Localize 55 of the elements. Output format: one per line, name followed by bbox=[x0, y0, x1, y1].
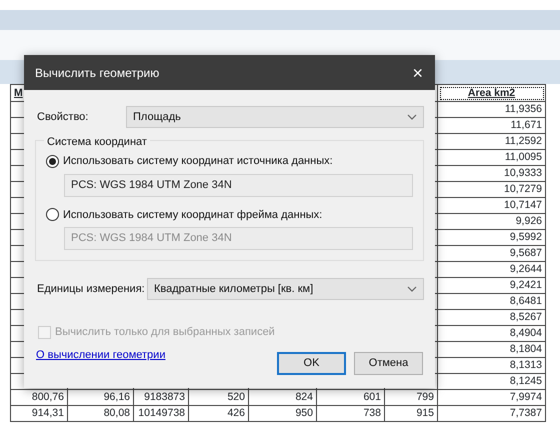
table-cell: 11,0095 bbox=[438, 150, 546, 166]
dialog-title: Вычислить геометрию bbox=[35, 64, 160, 82]
cancel-button[interactable]: Отмена bbox=[354, 352, 423, 374]
table-cell: 9,2644 bbox=[438, 262, 546, 278]
checkbox-label: Вычислить только для выбранных записей bbox=[55, 325, 275, 340]
table-cell: 9,5992 bbox=[438, 230, 546, 246]
table-cell: 738 bbox=[316, 406, 384, 422]
table-cell: 8,5267 bbox=[438, 310, 546, 326]
table-cell: 520 bbox=[188, 390, 248, 406]
table-cell: 8,1313 bbox=[438, 358, 546, 374]
help-link[interactable]: О вычислении геометрии bbox=[36, 346, 166, 363]
radio-label: Использовать систему координат источника данных: bbox=[63, 154, 333, 169]
table-cell: 8,1804 bbox=[438, 342, 546, 358]
column-header[interactable]: M bbox=[14, 86, 23, 98]
table-cell: 7,7387 bbox=[438, 406, 546, 422]
table-cell: 601 bbox=[316, 390, 384, 406]
table-cell: 9,926 bbox=[438, 214, 546, 230]
table-cell: 11,671 bbox=[438, 118, 546, 134]
table-cell: 7,9974 bbox=[438, 390, 546, 406]
column-header[interactable]: Area km2 bbox=[438, 84, 546, 102]
table-cell: 799 bbox=[384, 390, 438, 406]
close-button[interactable]: × bbox=[410, 64, 425, 82]
table-cell: 8,4904 bbox=[438, 326, 546, 342]
table-cell: 426 bbox=[188, 406, 248, 422]
ok-button[interactable]: OK bbox=[277, 352, 346, 374]
radio-button[interactable] bbox=[46, 154, 59, 168]
radio-button[interactable] bbox=[46, 208, 59, 222]
table-cell: 9,5687 bbox=[438, 246, 546, 262]
chevron-down-icon bbox=[407, 114, 417, 120]
group-legend: Система координат bbox=[44, 134, 150, 150]
table-cell: 915 bbox=[384, 406, 438, 422]
table-cell: 8,1245 bbox=[438, 374, 546, 390]
units-dropdown[interactable]: Квадратные километры [кв. км] bbox=[147, 278, 424, 300]
coordinate-system-field: PCS: WGS 1984 UTM Zone 34N bbox=[64, 174, 413, 196]
table-cell: 96,16 bbox=[68, 390, 134, 406]
table-cell: 10,7147 bbox=[438, 198, 546, 214]
table-cell: 11,2592 bbox=[438, 134, 546, 150]
table-cell: 9183873 bbox=[134, 390, 188, 406]
radio-label: Использовать систему координат фрейма данных: bbox=[63, 208, 322, 222]
table-cell: 80,08 bbox=[68, 406, 134, 422]
table-cell: 914,31 bbox=[10, 406, 68, 422]
property-label: Свойство: bbox=[37, 110, 90, 125]
table-cell: 824 bbox=[248, 390, 316, 406]
table-cell: 10,9333 bbox=[438, 166, 546, 182]
table-cell: 10149738 bbox=[134, 406, 188, 422]
table-cell: 10,7279 bbox=[438, 182, 546, 198]
coordinate-system-field: PCS: WGS 1984 UTM Zone 34N bbox=[64, 227, 413, 250]
table-cell: 8,6481 bbox=[438, 294, 546, 310]
table-cell: 950 bbox=[248, 406, 316, 422]
table-cell: 9,2421 bbox=[438, 278, 546, 294]
table-cell: 800,76 bbox=[10, 390, 68, 406]
chevron-down-icon bbox=[407, 286, 417, 292]
property-dropdown[interactable]: Площадь bbox=[126, 106, 424, 128]
units-label: Единицы измерения: bbox=[37, 282, 146, 297]
table-cell: 11,9356 bbox=[438, 102, 546, 118]
